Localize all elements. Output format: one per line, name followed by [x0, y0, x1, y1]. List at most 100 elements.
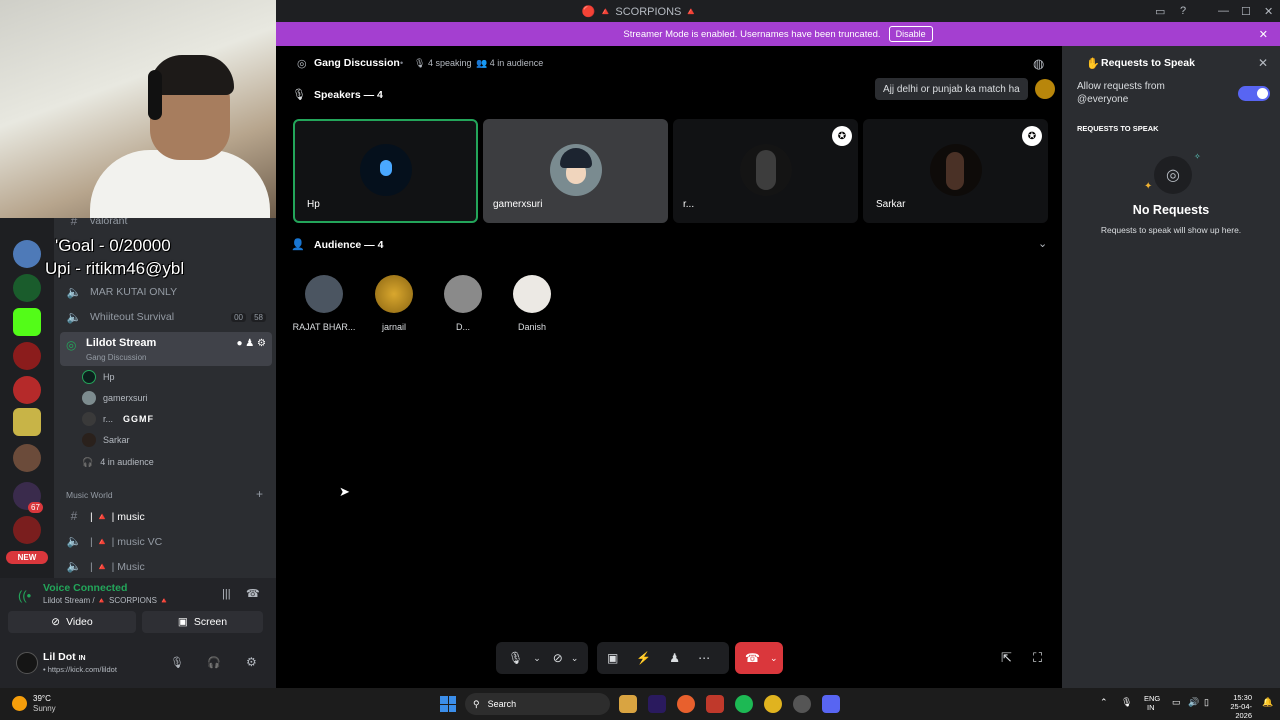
- clock[interactable]: 15:30 25-04-2026: [1222, 693, 1252, 720]
- voice-status[interactable]: Voice Connected: [43, 582, 127, 594]
- help-icon[interactable]: ?: [1180, 0, 1186, 22]
- more-options-icon[interactable]: ⋯: [698, 651, 710, 665]
- message-toast[interactable]: Ajj delhi or punjab ka match ha: [875, 78, 1028, 100]
- minimize-button[interactable]: —: [1218, 0, 1229, 22]
- mic-icon[interactable]: 🎙: [508, 651, 523, 665]
- disconnect-icon[interactable]: ☎: [246, 587, 260, 600]
- headphones-icon[interactable]: 🎧: [207, 656, 221, 669]
- voice-member[interactable]: Sarkar: [82, 430, 130, 450]
- people-icon: 👥: [476, 58, 488, 68]
- threads-icon[interactable]: ◍: [1033, 56, 1044, 72]
- channel-item[interactable]: 🔈 | 🔺 | music VC: [60, 530, 272, 552]
- server-icon[interactable]: [13, 240, 41, 268]
- channel-item[interactable]: 🔈 Whiiteout Survival 00 58: [60, 306, 272, 328]
- battery-icon[interactable]: ▯: [1204, 697, 1209, 708]
- mention-badge: 67: [28, 502, 43, 513]
- discord-icon[interactable]: [822, 695, 840, 713]
- screen-share-button[interactable]: ▣ Screen: [142, 611, 263, 633]
- chrome-icon[interactable]: [764, 695, 782, 713]
- close-icon[interactable]: ✕: [1258, 56, 1268, 70]
- file-explorer-icon[interactable]: [619, 695, 637, 713]
- chevron-down-icon[interactable]: ⌄: [770, 653, 778, 664]
- move-to-audience-icon[interactable]: ♟: [669, 651, 680, 665]
- voice-member[interactable]: gamerxsuri: [82, 388, 148, 408]
- video-button[interactable]: ⊘ Video: [8, 611, 136, 633]
- category-header[interactable]: Music World: [66, 490, 113, 500]
- audience-header: Audience — 4: [314, 239, 384, 251]
- weather-temp[interactable]: 39°C: [33, 694, 51, 703]
- channel-item[interactable]: 🔈 | 🔺 | Music: [60, 555, 272, 577]
- activity-off-icon[interactable]: ⚡: [636, 651, 651, 665]
- speaker-tile[interactable]: gamerxsuri: [483, 119, 668, 223]
- chevron-down-icon[interactable]: ⌄: [533, 653, 541, 664]
- stage-icon: ◎: [297, 58, 307, 70]
- server-icon[interactable]: [13, 408, 41, 436]
- weather-icon[interactable]: [12, 696, 27, 711]
- server-icon[interactable]: [13, 274, 41, 302]
- mic-controls[interactable]: 🎙 ⌄ ⊘ ⌄: [496, 642, 588, 674]
- audience-count[interactable]: 🎧 4 in audience: [82, 452, 154, 472]
- avatar: [82, 391, 96, 405]
- voice-member[interactable]: Hp: [82, 367, 115, 387]
- chevron-down-icon[interactable]: ⌄: [571, 653, 579, 664]
- noise-suppression-icon[interactable]: |||: [222, 588, 231, 600]
- server-icon[interactable]: [13, 516, 41, 544]
- notification-icon[interactable]: 🔔: [1262, 697, 1273, 708]
- speaker-tile[interactable]: Sarkar ✪: [863, 119, 1048, 223]
- channel-item[interactable]: # valorant: [60, 218, 272, 232]
- server-icon[interactable]: [13, 444, 41, 472]
- channel-item[interactable]: # | 🔺 | music: [60, 505, 272, 527]
- app-icon[interactable]: [706, 695, 724, 713]
- stage-title: Gang Discussion: [314, 57, 400, 69]
- channel-item[interactable]: 🔈 MAR KUTAI ONLY: [60, 281, 272, 303]
- voice-member[interactable]: r... GGMF: [82, 409, 154, 429]
- windows-start-icon[interactable]: [440, 696, 456, 712]
- screen-share-icon[interactable]: ▣: [607, 651, 618, 665]
- weather-desc[interactable]: Sunny: [33, 704, 56, 713]
- disable-button[interactable]: Disable: [888, 26, 933, 42]
- upi-overlay: Upi - ritikm46@ybl: [45, 259, 185, 278]
- close-banner-icon[interactable]: ✕: [1259, 28, 1268, 41]
- audience-member[interactable]: D...: [428, 275, 498, 332]
- scorpions-server-icon[interactable]: [13, 342, 41, 370]
- popout-icon[interactable]: ⇱: [1001, 650, 1012, 666]
- moderator-icon: ✪: [832, 126, 852, 146]
- avatar: [513, 275, 551, 313]
- speaker-tile[interactable]: Hp: [293, 119, 478, 223]
- chevron-down-icon[interactable]: ⌄: [1038, 237, 1047, 250]
- close-window-button[interactable]: ✕: [1264, 0, 1273, 22]
- microphone-tray-icon[interactable]: 🎙: [1121, 697, 1132, 708]
- audience-member[interactable]: jarnail: [359, 275, 429, 332]
- channel-actions-icon[interactable]: ● ♟ ⚙: [236, 338, 266, 349]
- app-icon[interactable]: [793, 695, 811, 713]
- volume-icon[interactable]: 🔊: [1188, 697, 1199, 708]
- allow-requests-toggle[interactable]: [1238, 86, 1270, 101]
- voice-location[interactable]: Lildot Stream / 🔺 SCORPIONS 🔺: [43, 596, 169, 605]
- language-indicator[interactable]: ENG IN: [1144, 694, 1160, 712]
- kick-server-icon[interactable]: [13, 308, 41, 336]
- fullscreen-icon[interactable]: ⛶: [1033, 650, 1042, 666]
- speaker-icon: 🔈: [66, 534, 82, 548]
- audience-member[interactable]: Danish: [497, 275, 567, 332]
- add-channel-icon[interactable]: +: [256, 487, 263, 501]
- chevron-up-icon[interactable]: ⌃: [1100, 697, 1108, 708]
- hangup-icon[interactable]: ☎: [745, 651, 760, 665]
- active-stage-channel[interactable]: ◎ Lildot Stream Gang Discussion ● ♟ ⚙: [60, 332, 272, 366]
- taskbar-search[interactable]: ⚲ Search: [465, 693, 610, 715]
- speaker-tile[interactable]: r... ✪: [673, 119, 858, 223]
- microphone-icon[interactable]: 🎙: [170, 656, 184, 669]
- premiere-icon[interactable]: [648, 695, 666, 713]
- spotify-icon[interactable]: [735, 695, 753, 713]
- inbox-icon[interactable]: ▭: [1155, 0, 1165, 22]
- user-avatar[interactable]: [16, 652, 38, 674]
- leave-stage-button[interactable]: ☎ ⌄: [735, 642, 783, 674]
- settings-gear-icon[interactable]: ⚙: [246, 655, 257, 669]
- user-name[interactable]: Lil Dot IN: [43, 651, 86, 663]
- maximize-button[interactable]: ☐: [1241, 0, 1251, 22]
- stage-controls[interactable]: ▣ ⚡ ♟ ⋯: [597, 642, 729, 674]
- camera-off-icon[interactable]: ⊘: [553, 651, 563, 665]
- firefox-icon[interactable]: [677, 695, 695, 713]
- audience-member[interactable]: RAJAT BHAR...: [289, 275, 359, 332]
- server-icon[interactable]: [13, 376, 41, 404]
- network-icon[interactable]: ▭: [1172, 697, 1181, 708]
